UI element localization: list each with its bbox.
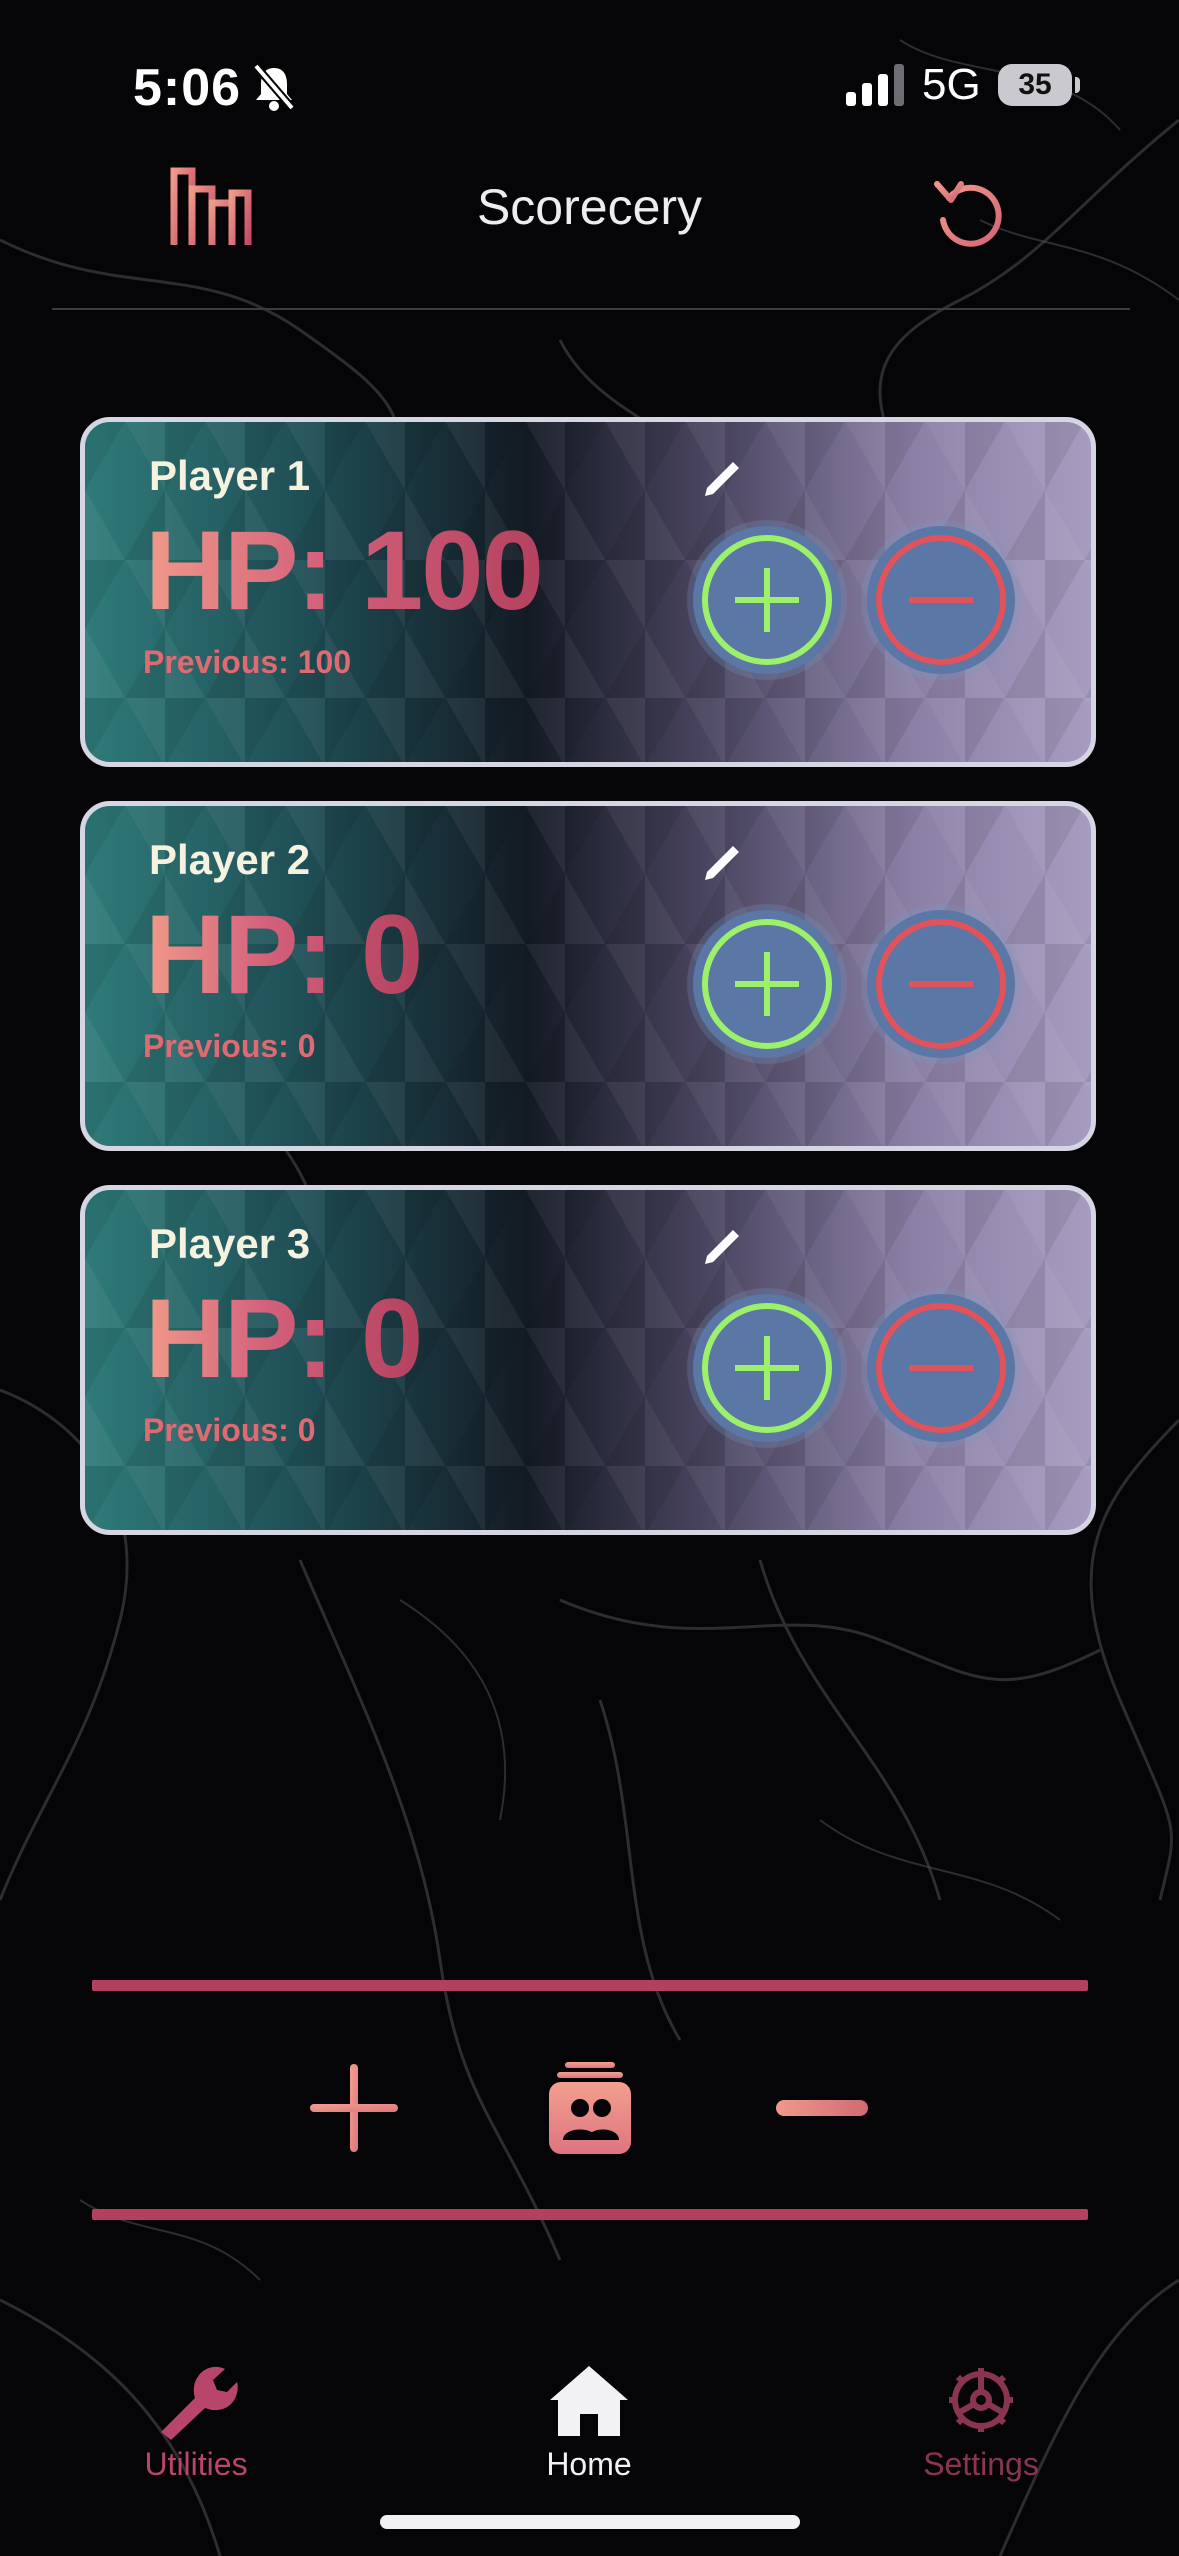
undo-icon[interactable]: [929, 170, 1009, 250]
plus-circle-icon: [702, 535, 832, 665]
add-player-button[interactable]: [306, 2060, 402, 2156]
battery-level: 35: [1018, 68, 1052, 101]
player-hp: HP: 100: [145, 508, 544, 633]
tab-home-label: Home: [546, 2446, 632, 2482]
plus-circle-icon: [702, 1303, 832, 1433]
increase-hp-button[interactable]: [693, 1294, 841, 1442]
signal-icon: [846, 64, 904, 106]
decrease-hp-button[interactable]: [867, 526, 1015, 674]
battery-icon: 35: [998, 64, 1080, 106]
bell-slash-icon: [252, 63, 296, 111]
tab-utilities-label: Utilities: [144, 2446, 248, 2482]
players-icon[interactable]: [547, 2060, 633, 2156]
remove-player-button[interactable]: [776, 2100, 868, 2116]
tab-settings-label: Settings: [923, 2446, 1039, 2482]
minus-circle-icon: [876, 919, 1006, 1049]
decrease-hp-button[interactable]: [867, 910, 1015, 1058]
home-indicator: [380, 2515, 800, 2529]
player-hp: HP: 0: [145, 1276, 423, 1401]
increase-hp-button[interactable]: [693, 526, 841, 674]
increase-hp-button[interactable]: [693, 910, 841, 1058]
player-previous: Previous: 100: [143, 644, 352, 680]
edit-pencil-icon[interactable]: [697, 1222, 747, 1272]
player-previous: Previous: 0: [143, 1412, 316, 1448]
status-time: 5:06: [133, 59, 242, 117]
decrease-hp-button[interactable]: [867, 1294, 1015, 1442]
player-name: Player 1: [149, 452, 311, 499]
player-previous: Previous: 0: [143, 1028, 316, 1064]
minus-circle-icon: [876, 535, 1006, 665]
tab-home[interactable]: Home: [459, 2360, 719, 2483]
player-card: Player 3 HP: 0 Previous: 0: [80, 1185, 1096, 1535]
edit-pencil-icon[interactable]: [697, 838, 747, 888]
player-card: Player 1 HP: 100 Previous: 100: [80, 417, 1096, 767]
player-card: Player 2 HP: 0 Previous: 0: [80, 801, 1096, 1151]
header-divider: [52, 308, 1130, 310]
plus-circle-icon: [702, 919, 832, 1049]
player-name: Player 2: [149, 836, 311, 883]
tab-settings[interactable]: Settings: [851, 2360, 1111, 2483]
controls-bottom-divider: [92, 2209, 1088, 2220]
gear-icon: [949, 2368, 1013, 2432]
home-icon: [550, 2366, 628, 2436]
tab-utilities[interactable]: Utilities: [66, 2360, 326, 2483]
player-hp: HP: 0: [145, 892, 423, 1017]
edit-pencil-icon[interactable]: [697, 454, 747, 504]
player-name: Player 3: [149, 1220, 311, 1267]
wrench-icon: [161, 2366, 238, 2440]
controls-top-divider: [92, 1980, 1088, 1991]
minus-circle-icon: [876, 1303, 1006, 1433]
network-type: 5G: [922, 60, 981, 109]
